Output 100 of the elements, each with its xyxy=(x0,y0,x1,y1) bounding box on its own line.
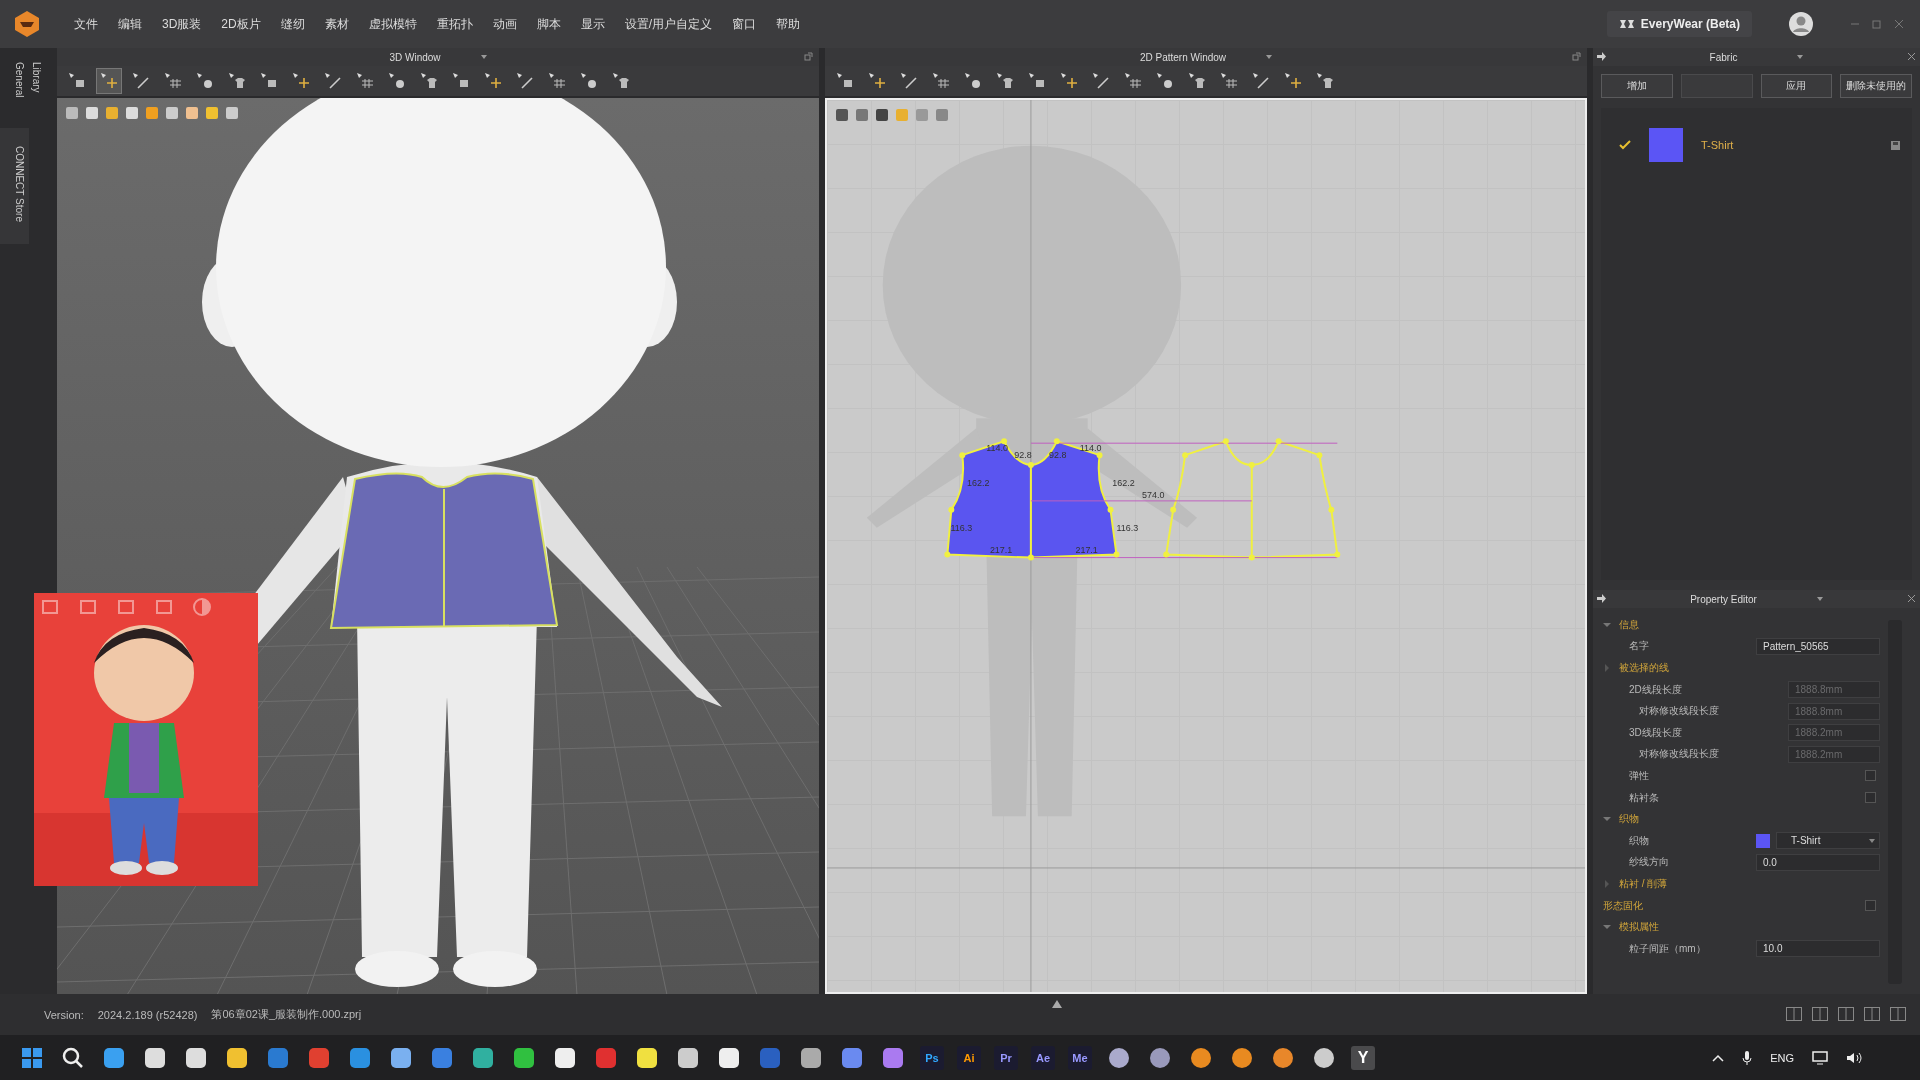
app-icon[interactable]: Y xyxy=(1351,1045,1375,1070)
property-label: 3D线段长度 xyxy=(1629,725,1683,740)
menu-item[interactable]: 显示 xyxy=(570,15,615,33)
collapse-arrow-icon[interactable] xyxy=(1603,815,1611,824)
measurement-label: 92.8 xyxy=(1014,450,1032,461)
checkbox[interactable] xyxy=(1865,792,1876,804)
collapse-arrow-icon[interactable] xyxy=(1603,620,1611,629)
float-window-icon[interactable] xyxy=(804,52,813,61)
section-title[interactable]: 粘衬 / 削薄 xyxy=(1619,876,1880,891)
menu-item[interactable]: 缝纫 xyxy=(270,15,315,33)
app-icon[interactable]: Ps xyxy=(920,1045,944,1070)
layout-icon[interactable] xyxy=(1786,1007,1802,1021)
menu-item[interactable]: 素材 xyxy=(314,15,359,33)
panel-button[interactable]: 删除未使用的 xyxy=(1840,74,1912,98)
panel-title: 2D Pattern Window xyxy=(1139,51,1227,63)
property-label: 粒子间距（mm） xyxy=(1629,941,1707,956)
section-title[interactable]: 模拟属性 xyxy=(1619,920,1880,935)
expand-icon[interactable] xyxy=(1052,1000,1062,1008)
chevron-up-icon[interactable] xyxy=(1712,1053,1725,1062)
section-title[interactable]: 信息 xyxy=(1619,617,1880,632)
property-label: 对称修改线段长度 xyxy=(1639,747,1720,762)
app-icon[interactable]: Ae xyxy=(1031,1045,1055,1070)
property-label: 弹性 xyxy=(1629,768,1650,783)
value-field[interactable]: 10.0 xyxy=(1756,940,1880,958)
layout-icon[interactable] xyxy=(1838,1007,1854,1021)
side-tab[interactable]: Library xyxy=(31,62,42,98)
double-arrow-icon xyxy=(1618,18,1635,30)
dropdown-icon[interactable] xyxy=(480,55,487,59)
dropdown-icon xyxy=(1869,838,1875,843)
menu-item[interactable]: 编辑 xyxy=(108,15,152,33)
menu-item[interactable]: 动画 xyxy=(482,15,527,33)
check-icon[interactable] xyxy=(1619,139,1631,151)
property-label: 纱线方向 xyxy=(1629,855,1670,870)
property-label: 织物 xyxy=(1629,833,1650,848)
app-icon[interactable]: Me xyxy=(1068,1045,1092,1070)
close-icon[interactable] xyxy=(1893,18,1905,30)
save-icon[interactable] xyxy=(1891,140,1900,150)
menu-item[interactable]: 设置/用户自定义 xyxy=(614,15,723,33)
side-tab[interactable]: General xyxy=(14,62,25,98)
panel-button[interactable]: 增加 xyxy=(1601,74,1673,98)
section-title[interactable]: 织物 xyxy=(1619,812,1880,827)
menu-item[interactable]: 重拓扑 xyxy=(426,15,483,33)
tool-icon[interactable] xyxy=(97,69,121,93)
dropdown-icon[interactable] xyxy=(1816,597,1823,601)
section-title[interactable]: 被选择的线 xyxy=(1619,661,1880,675)
app-icon[interactable]: Pr xyxy=(994,1045,1018,1070)
fabric-dropdown[interactable]: T-Shirt xyxy=(1776,832,1880,850)
checkbox[interactable] xyxy=(1865,900,1876,911)
tool-icon[interactable] xyxy=(833,106,851,124)
app-icon[interactable]: Ai xyxy=(957,1045,981,1070)
property-label: 粘衬条 xyxy=(1629,790,1660,805)
menu-item[interactable]: 文件 xyxy=(64,15,108,33)
checkbox[interactable] xyxy=(1865,770,1876,782)
menu-item[interactable]: 2D板片 xyxy=(211,15,271,33)
app-logo-icon xyxy=(12,9,42,39)
measurement-label: 116.3 xyxy=(950,522,973,533)
measurement-label: 574.0 xyxy=(1142,489,1165,500)
measurement-label: 116.3 xyxy=(1116,522,1139,533)
panel-button[interactable]: 应用 xyxy=(1760,74,1833,98)
version-label: Version: xyxy=(44,1008,84,1021)
property-label: 对称修改线段长度 xyxy=(1639,704,1720,719)
menu-item[interactable]: 帮助 xyxy=(766,15,811,33)
close-icon[interactable] xyxy=(1907,52,1916,61)
measurement-label: 92.8 xyxy=(1049,450,1067,461)
monitor-icon[interactable] xyxy=(1812,1050,1828,1065)
measurement-label: 162.2 xyxy=(1112,477,1135,488)
user-avatar-icon[interactable] xyxy=(1788,11,1814,37)
menu-item[interactable]: 虚拟模特 xyxy=(358,15,427,33)
float-window-icon[interactable] xyxy=(1572,52,1581,61)
dropdown-icon[interactable] xyxy=(1266,55,1273,59)
value-field[interactable]: 0.0 xyxy=(1756,853,1880,871)
layout-icon[interactable] xyxy=(1864,1007,1880,1021)
microphone-icon[interactable] xyxy=(1742,1049,1753,1066)
account-button[interactable]: EveryWear (Beta) xyxy=(1606,11,1752,37)
layout-icon[interactable] xyxy=(1890,1007,1906,1021)
collapse-arrow-icon[interactable] xyxy=(1603,923,1611,932)
arrow-icon[interactable] xyxy=(1597,594,1606,603)
speaker-icon[interactable] xyxy=(1846,1050,1862,1065)
menu-item[interactable]: 窗口 xyxy=(722,15,767,33)
dropdown-icon[interactable] xyxy=(1797,55,1804,59)
tool-icon[interactable] xyxy=(873,106,891,124)
arrow-icon[interactable] xyxy=(1597,52,1606,61)
property-label: 形态固化 xyxy=(1603,898,1644,913)
panel-title: Fabric xyxy=(1709,51,1738,63)
fabric-name[interactable]: T-Shirt xyxy=(1701,139,1873,151)
value-field[interactable]: Pattern_50565 xyxy=(1756,637,1880,655)
measurement-label: 114.0 xyxy=(1079,443,1102,454)
menu-item[interactable]: 脚本 xyxy=(526,15,571,33)
language-indicator[interactable]: ENG xyxy=(1770,1051,1794,1064)
measurement-label: 162.2 xyxy=(967,477,990,488)
property-label: 2D线段长度 xyxy=(1629,682,1683,697)
menu-item[interactable]: 3D服装 xyxy=(152,15,212,33)
measurement-label: 114.0 xyxy=(986,443,1008,454)
dropdown-value: T-Shirt xyxy=(1791,835,1821,847)
left-front-pattern-piece[interactable] xyxy=(946,440,1032,559)
panel-title: 3D Window xyxy=(389,51,441,63)
close-icon[interactable] xyxy=(1907,594,1916,603)
version-number: 2024.2.189 (r52428) xyxy=(97,1008,198,1021)
measurement-label: 217.1 xyxy=(989,544,1013,555)
layout-icon[interactable] xyxy=(1812,1007,1828,1021)
